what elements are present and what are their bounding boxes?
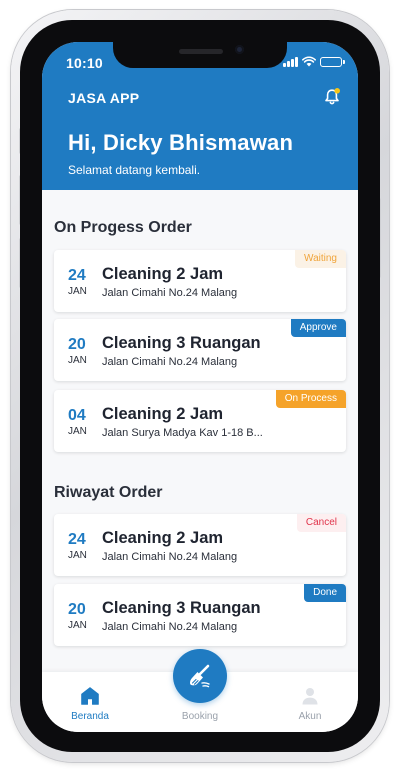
bell-icon[interactable]: [322, 87, 342, 107]
status-badge-done: Done: [304, 584, 346, 602]
order-address: Jalan Cimahi No.24 Malang: [102, 551, 238, 563]
order-address: Jalan Cimahi No.24 Malang: [102, 356, 238, 368]
order-card[interactable]: 04 JAN Cleaning 2 Jam Jalan Surya Madya …: [54, 390, 346, 452]
order-date-month: JAN: [68, 426, 87, 437]
app-screen: 10:10 JASA APP Hi, Dicky Bhismawan Selam…: [42, 42, 358, 732]
app-title: JASA APP: [68, 90, 140, 106]
front-camera: [235, 45, 244, 54]
user-icon: [302, 688, 318, 705]
booking-fab-button[interactable]: [173, 649, 227, 703]
order-title: Cleaning 3 Ruangan: [102, 599, 261, 617]
history-card[interactable]: 20 JAN Cleaning 3 Ruangan Jalan Cimahi N…: [54, 584, 346, 646]
battery-icon: [320, 56, 345, 67]
order-title: Cleaning 2 Jam: [102, 265, 224, 283]
order-date-month: JAN: [68, 550, 87, 561]
home-icon: [81, 687, 99, 705]
order-title: Cleaning 2 Jam: [102, 529, 224, 547]
earpiece-speaker: [179, 49, 223, 54]
order-address: Jalan Cimahi No.24 Malang: [102, 621, 238, 633]
order-date-month: JAN: [68, 286, 87, 297]
order-address: Jalan Cimahi No.24 Malang: [102, 287, 238, 299]
order-date-month: JAN: [68, 620, 87, 631]
section-title-history: Riwayat Order: [54, 484, 163, 501]
order-card[interactable]: 20 JAN Cleaning 3 Ruangan Jalan Cimahi N…: [54, 319, 346, 381]
signal-icon: [283, 56, 298, 67]
order-date-day: 04: [68, 407, 86, 424]
history-card[interactable]: 24 JAN Cleaning 2 Jam Jalan Cimahi No.24…: [54, 514, 346, 576]
order-date-day: 20: [68, 601, 86, 618]
order-date-month: JAN: [68, 355, 87, 366]
wifi-icon: [302, 56, 316, 67]
order-title: Cleaning 3 Ruangan: [102, 334, 261, 352]
status-badge-approve: Approve: [290, 319, 346, 337]
nav-label-booking: Booking: [181, 711, 219, 722]
order-card[interactable]: 24 JAN Cleaning 2 Jam Jalan Cimahi No.24…: [54, 250, 346, 312]
nav-label-home: Beranda: [71, 711, 109, 722]
greeting-title: Hi, Dicky Bhismawan: [68, 130, 294, 155]
section-title-in-progress: On Progess Order: [54, 219, 192, 236]
nav-item-booking[interactable]: Booking: [160, 711, 240, 722]
order-date-day: 20: [68, 336, 86, 353]
status-badge-waiting: Waiting: [295, 250, 346, 268]
nav-label-account: Akun: [298, 711, 322, 722]
order-date-day: 24: [68, 267, 86, 284]
nav-item-home[interactable]: Beranda: [50, 686, 130, 722]
status-badge-cancel: Cancel: [296, 514, 346, 532]
status-badge-on-process: On Process: [275, 390, 346, 408]
order-date-day: 24: [68, 531, 86, 548]
nav-item-account[interactable]: Akun: [270, 686, 350, 722]
status-bar-icons: [283, 56, 345, 67]
greeting-subtitle: Selamat datang kembali.: [68, 163, 201, 177]
status-bar-time: 10:10: [66, 55, 103, 71]
order-title: Cleaning 2 Jam: [102, 405, 224, 423]
broom-icon: [190, 664, 210, 688]
order-address: Jalan Surya Madya Kav 1-18 B...: [102, 427, 263, 439]
phone-notch: [113, 42, 287, 68]
